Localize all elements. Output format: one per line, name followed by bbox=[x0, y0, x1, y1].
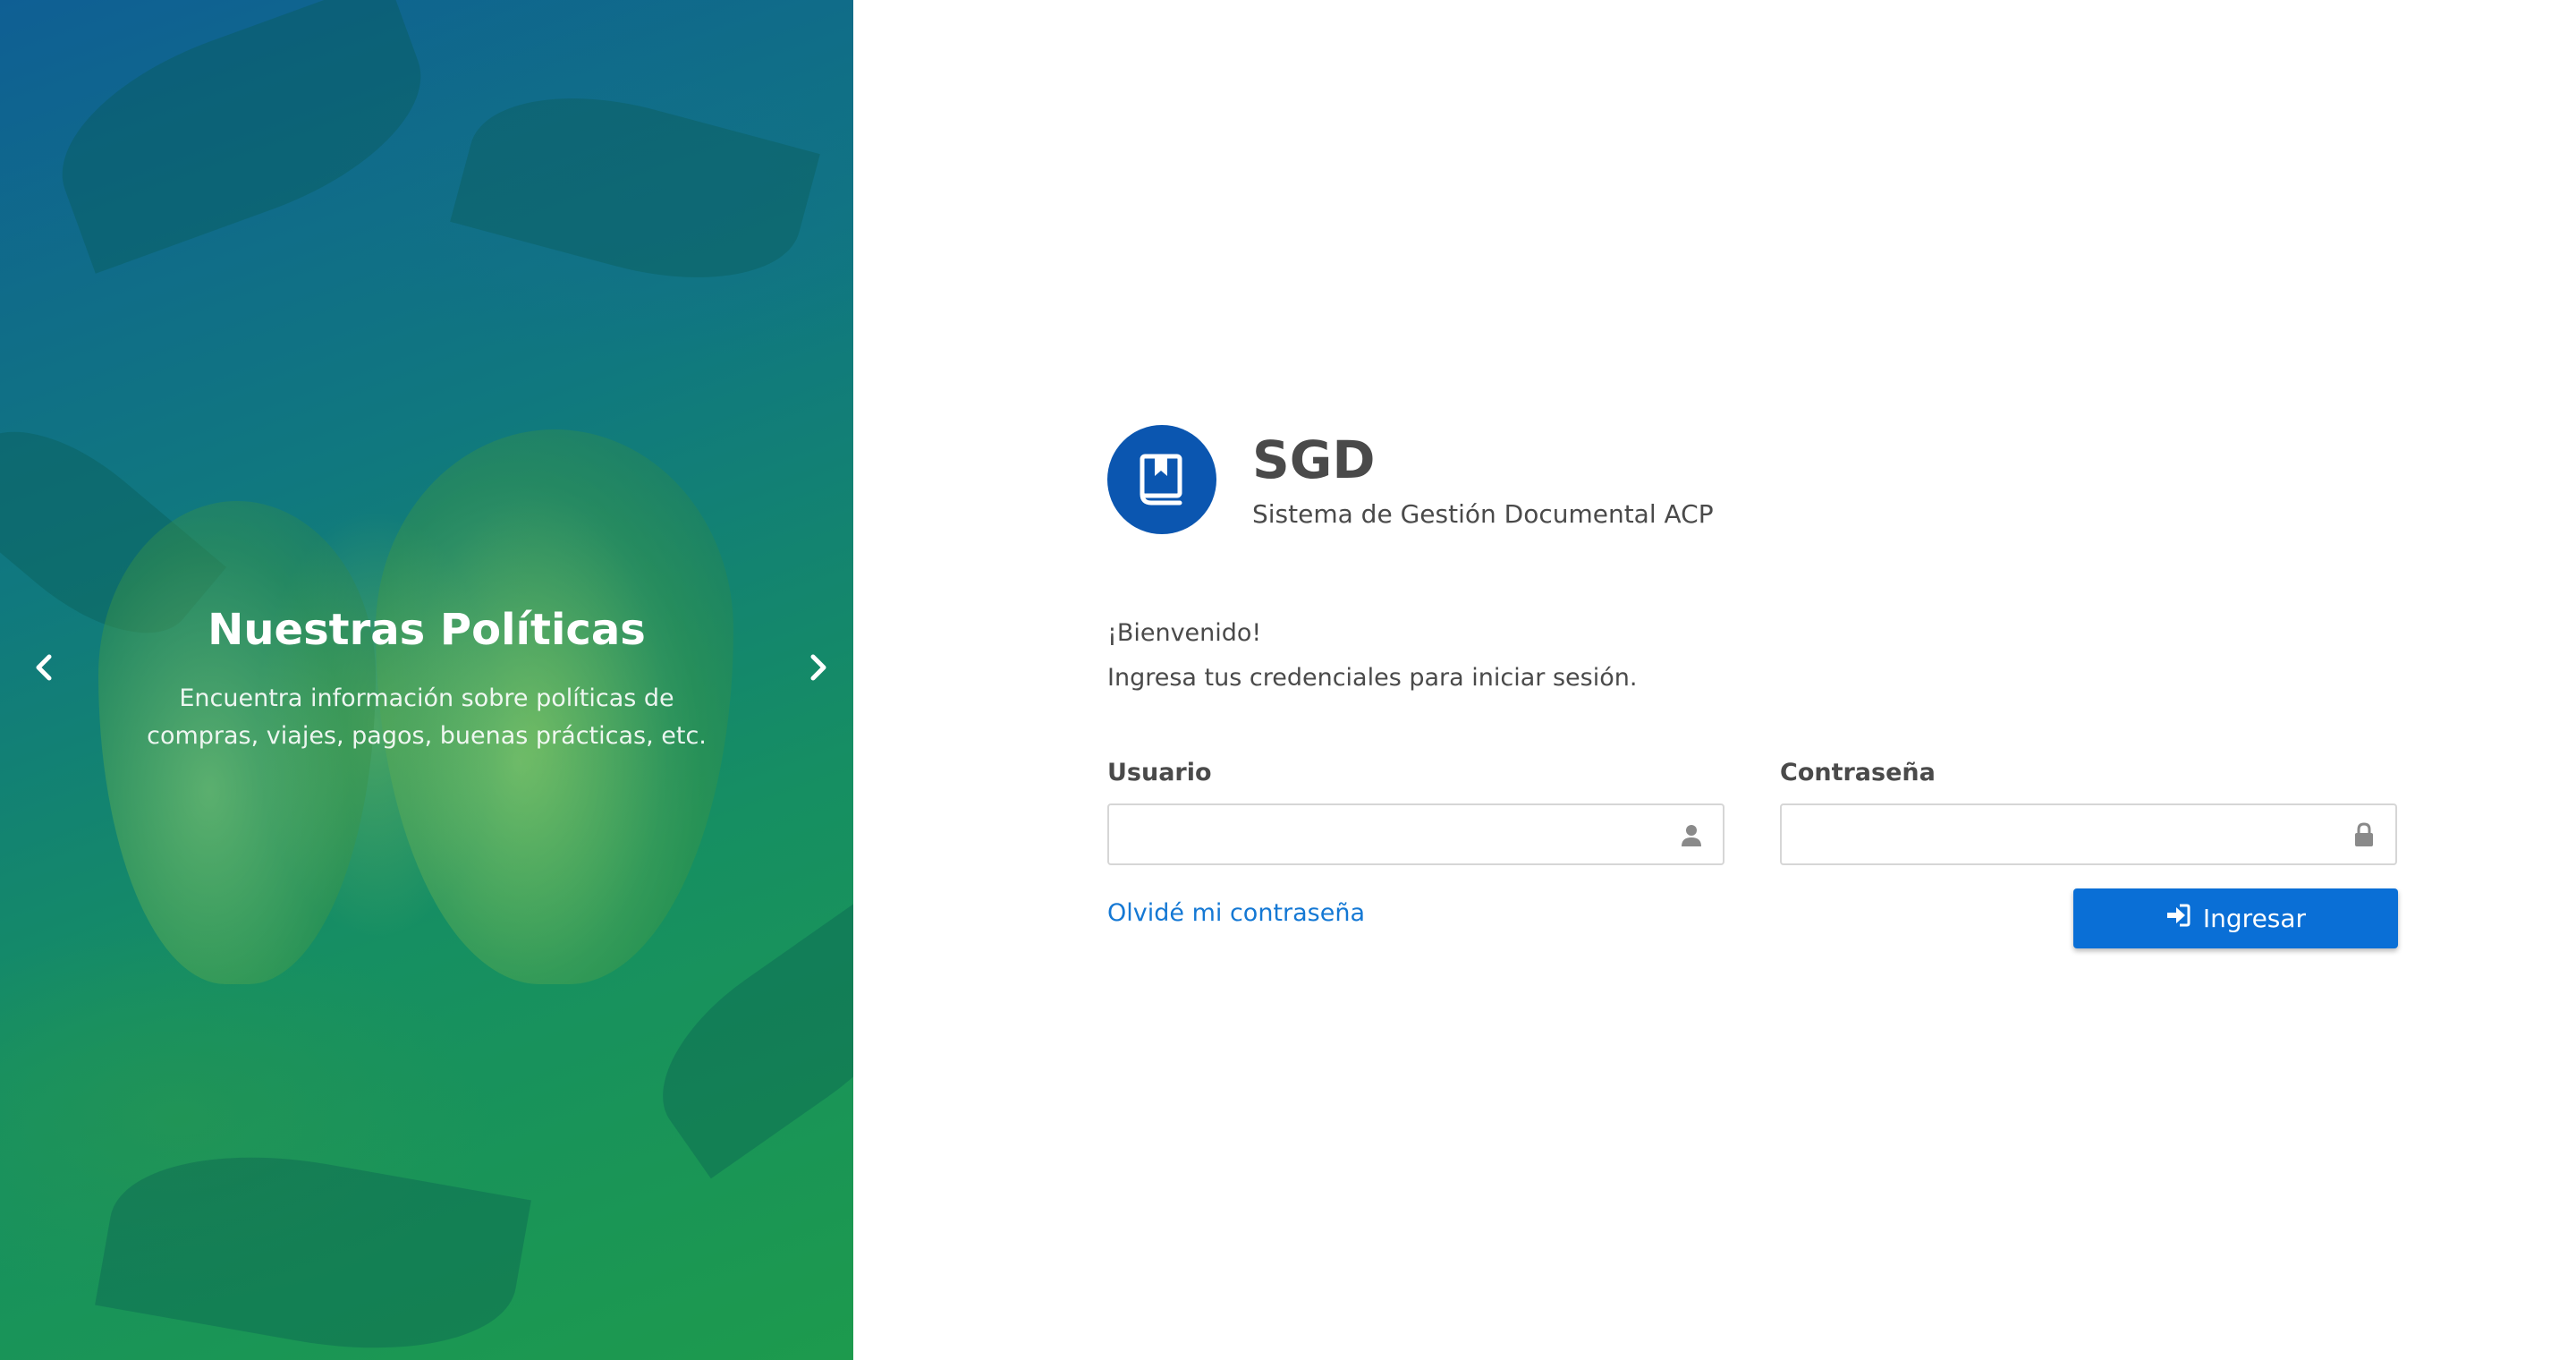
welcome-message: ¡Bienvenido! Ingresa tus credenciales pa… bbox=[1107, 611, 2397, 701]
carousel-title: Nuestras Políticas bbox=[208, 605, 646, 655]
password-input-wrapper bbox=[1780, 803, 2397, 865]
password-field-group: Contraseña bbox=[1780, 757, 2397, 865]
sign-in-icon bbox=[2165, 903, 2190, 934]
background-leaf bbox=[95, 1128, 531, 1360]
app-logo bbox=[1107, 425, 1216, 534]
forgot-password-link[interactable]: Olvidé mi contraseña bbox=[1107, 897, 1365, 930]
form-actions: Olvidé mi contraseña Ingresar bbox=[1107, 888, 2398, 951]
login-form: Usuario Contraseña bbox=[1107, 757, 2397, 865]
welcome-instructions: Ingresa tus credenciales para iniciar se… bbox=[1107, 664, 1638, 692]
password-input[interactable] bbox=[1782, 805, 2395, 863]
background-leaf bbox=[450, 65, 820, 310]
login-submit-label: Ingresar bbox=[2202, 904, 2307, 933]
background-leaf bbox=[34, 0, 449, 274]
brand-header: SGD Sistema de Gestión Documental ACP bbox=[1107, 425, 2397, 537]
carousel-caption: Nuestras Políticas Encuentra información… bbox=[0, 601, 853, 755]
username-input-wrapper bbox=[1107, 803, 1724, 865]
username-label: Usuario bbox=[1107, 759, 1212, 786]
user-icon bbox=[1678, 821, 1705, 848]
welcome-greeting: ¡Bienvenido! bbox=[1107, 619, 1262, 647]
policies-carousel: Nuestras Políticas Encuentra información… bbox=[0, 0, 853, 1360]
username-input[interactable] bbox=[1109, 805, 1723, 863]
username-field-group: Usuario bbox=[1107, 757, 1724, 865]
background-leaf bbox=[629, 897, 853, 1179]
login-page: Nuestras Políticas Encuentra información… bbox=[0, 0, 2576, 1360]
app-subtitle: Sistema de Gestión Documental ACP bbox=[1252, 499, 1714, 529]
carousel-description: Encuentra información sobre políticas de… bbox=[147, 684, 707, 750]
login-panel: SGD Sistema de Gestión Documental ACP ¡B… bbox=[1107, 425, 2398, 951]
lock-icon bbox=[2351, 821, 2377, 848]
app-name: SGD bbox=[1252, 429, 1376, 490]
password-label: Contraseña bbox=[1780, 759, 1936, 786]
login-submit-button[interactable]: Ingresar bbox=[2073, 888, 2398, 948]
